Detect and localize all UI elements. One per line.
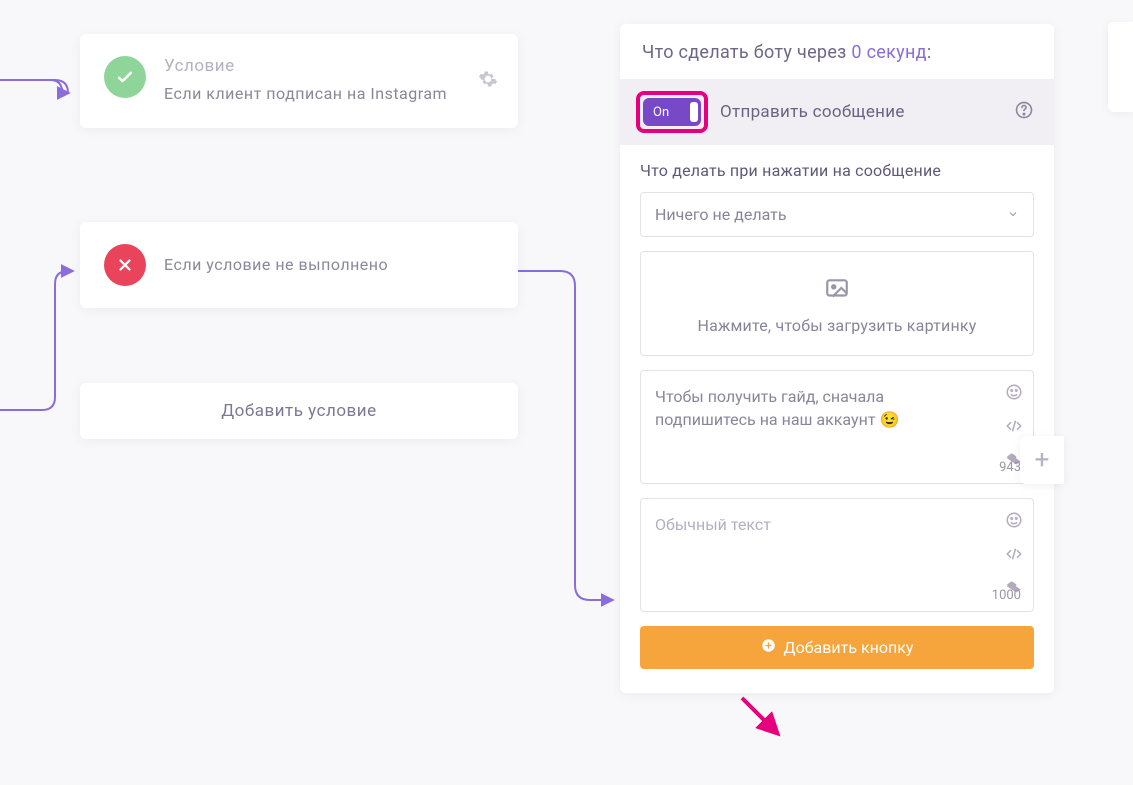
annotation-highlight: On [636,91,708,133]
upload-label: Нажмите, чтобы загрузить картинку [651,316,1023,335]
plus-icon: + [1035,445,1050,475]
emoji-icon[interactable] [1005,511,1023,533]
code-icon[interactable] [1005,417,1023,439]
annotation-arrow [738,694,782,738]
gear-icon[interactable] [478,69,498,93]
message-textarea-1[interactable]: Чтобы получить гайд, сначала подпишитесь… [640,370,1034,484]
side-stub [1108,22,1133,112]
action-type-label: Отправить сообщение [720,102,905,122]
condition-false-description: Если условие не выполнено [164,253,494,277]
message-placeholder-2: Обычный текст [655,513,983,579]
tap-action-select[interactable]: Ничего не делать [640,192,1034,237]
toggle-switch[interactable]: On [643,98,701,126]
help-icon[interactable] [1014,100,1034,124]
tap-action-label: Что делать при нажатии на сообщение [640,161,1034,180]
toggle-knob [690,102,698,122]
emoji-icon[interactable] [1005,383,1023,405]
panel-header: Что сделать боту через 0 секунд: [620,24,1054,79]
code-icon[interactable] [1005,545,1023,567]
add-condition-button[interactable]: Добавить условие [80,383,518,439]
char-counter-1: 943 [999,460,1021,475]
add-button-button[interactable]: Добавить кнопку [640,626,1034,669]
tap-action-value: Ничего не делать [655,205,787,224]
delay-link[interactable]: 0 секунд [851,42,926,63]
message-textarea-2[interactable]: Обычный текст 1000 [640,498,1034,612]
message-text-1: Чтобы получить гайд, сначала подпишитесь… [655,385,983,451]
add-button-label: Добавить кнопку [784,638,914,657]
add-step-tab[interactable]: + [1020,436,1064,484]
action-panel: Что сделать боту через 0 секунд: On Отпр… [620,24,1054,693]
image-upload-box[interactable]: Нажмите, чтобы загрузить картинку [640,251,1034,356]
check-icon [104,56,146,98]
add-condition-label: Добавить условие [221,401,376,421]
chevron-down-icon [1007,205,1019,224]
condition-description: Если клиент подписан на Instagram [164,82,494,106]
header-suffix: : [927,42,932,63]
toggle-label: On [653,105,669,120]
action-toggle-row: On Отправить сообщение [620,79,1054,145]
close-icon [104,244,146,286]
condition-card-false[interactable]: Если условие не выполнено [80,222,518,308]
condition-title: Условие [164,56,494,76]
condition-card-true[interactable]: Условие Если клиент подписан на Instagra… [80,34,518,128]
plus-circle-icon [761,638,776,657]
header-prefix: Что сделать боту через [642,42,851,63]
image-icon [651,276,1023,306]
char-counter-2: 1000 [992,588,1021,603]
